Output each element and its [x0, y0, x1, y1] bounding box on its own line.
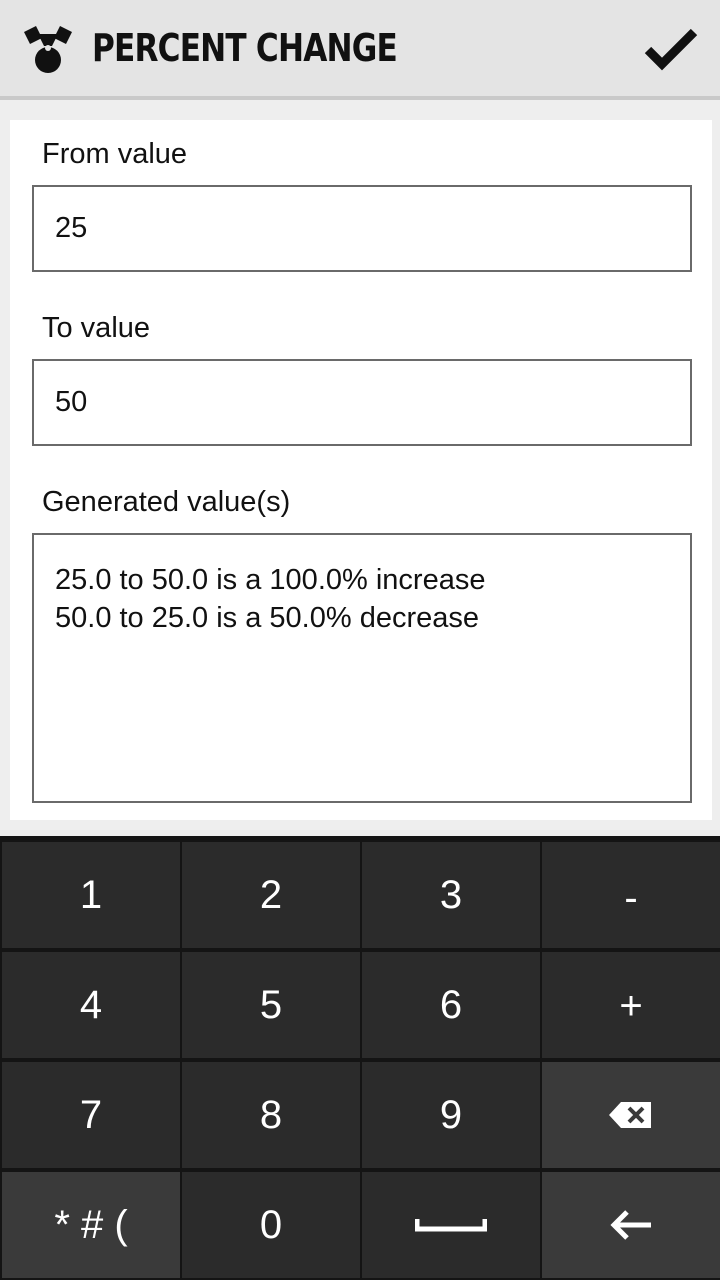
key-6[interactable]: 6	[362, 952, 540, 1058]
key-5[interactable]: 5	[182, 952, 360, 1058]
checkmark-icon	[644, 28, 698, 71]
confirm-button[interactable]	[644, 26, 698, 74]
space-bar-icon	[415, 1219, 487, 1232]
space-key[interactable]	[362, 1172, 540, 1278]
key-8[interactable]: 8	[182, 1062, 360, 1168]
key-symbols[interactable]: * # (	[2, 1172, 180, 1278]
key-3[interactable]: 3	[362, 842, 540, 948]
backspace-icon	[609, 1102, 651, 1128]
app-bar: Percent Change	[0, 0, 720, 100]
form-card: From value 25 To value 50 Generated valu…	[10, 120, 712, 820]
to-value-input[interactable]: 50	[32, 359, 692, 446]
key-minus[interactable]: -	[542, 842, 720, 948]
to-value-label: To value	[42, 312, 151, 344]
enter-arrow-icon	[610, 1210, 651, 1240]
numeric-keyboard: 1 2 3 - 4 5 6 + 7 8 9 * # ( 0	[0, 836, 720, 1280]
key-7[interactable]: 7	[2, 1062, 180, 1168]
from-value-label: From value	[42, 138, 188, 170]
enter-key[interactable]	[542, 1172, 720, 1278]
generated-values-output[interactable]: 25.0 to 50.0 is a 100.0% increase 50.0 t…	[32, 533, 692, 803]
hazard-badge-icon	[22, 24, 74, 76]
generated-values-label: Generated value(s)	[42, 486, 291, 518]
key-2[interactable]: 2	[182, 842, 360, 948]
key-plus[interactable]: +	[542, 952, 720, 1058]
backspace-key[interactable]	[542, 1062, 720, 1168]
key-1[interactable]: 1	[2, 842, 180, 948]
page-title: Percent Change	[92, 26, 398, 70]
key-0[interactable]: 0	[182, 1172, 360, 1278]
from-value-input[interactable]: 25	[32, 185, 692, 272]
key-9[interactable]: 9	[362, 1062, 540, 1168]
key-4[interactable]: 4	[2, 952, 180, 1058]
